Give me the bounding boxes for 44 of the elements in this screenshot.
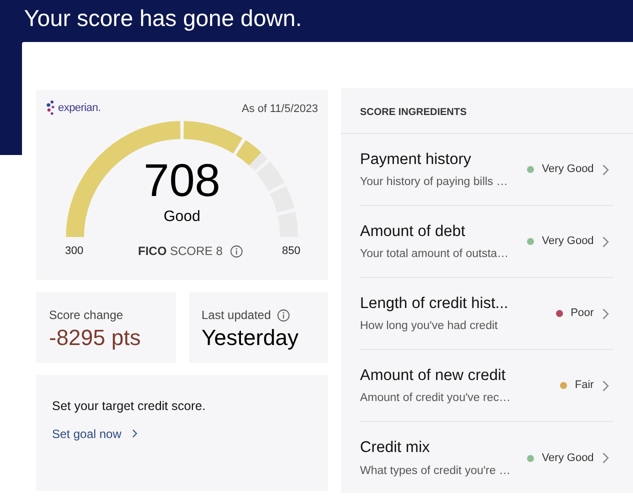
page-title: Your score has gone down. <box>24 4 303 32</box>
chevron-right-icon <box>132 429 138 438</box>
chevron-right-icon <box>602 452 609 464</box>
ingredient-title: Credit mix <box>360 438 431 458</box>
chevron-right-icon <box>602 236 609 248</box>
info-icon[interactable] <box>230 244 243 258</box>
stat-value: -8295 pts <box>49 324 142 352</box>
stat-value: Yesterday <box>202 324 300 352</box>
experian-logo-icon <box>46 100 56 116</box>
ingredient-subtitle: Your history of paying bills … <box>360 175 509 190</box>
ingredient-rating: Poor <box>570 306 594 322</box>
score-rating: Good <box>162 207 202 227</box>
ingredient-rating: Very Good <box>542 162 594 178</box>
ingredient-rating: Very Good <box>542 234 594 250</box>
ingredient-row[interactable]: Amount of new credit Amount of credit you've rec… Fair <box>360 350 614 422</box>
ingredient-subtitle: Your total amount of outsta… <box>360 247 510 262</box>
ingredient-subtitle: What types of credit you're … <box>360 464 512 478</box>
info-icon[interactable] <box>276 308 290 322</box>
chevron-right-icon <box>602 308 609 320</box>
ingredient-row[interactable]: Length of credit hist... How long you've had credit Poor <box>360 278 614 350</box>
ingredient-rating: Very Good <box>542 450 594 466</box>
min-score: 300 <box>65 244 84 259</box>
chevron-right-icon <box>602 380 609 392</box>
chevron-right-icon <box>602 164 609 176</box>
as-of-date: As of 11/5/2023 <box>242 102 318 117</box>
score-value: 708 <box>142 154 222 206</box>
ingredient-title: Amount of debt <box>360 222 466 242</box>
ingredient-subtitle: Amount of credit you've rec… <box>360 391 512 406</box>
ingredient-title: Amount of new credit <box>360 366 507 386</box>
ingredient-subtitle: How long you've had credit <box>360 319 499 334</box>
stat-label: Last updated <box>202 307 271 324</box>
set-goal-link[interactable]: Set goal now <box>52 424 138 443</box>
goal-text: Set your target credit score. <box>52 398 207 415</box>
ingredient-row[interactable]: Credit mix What types of credit you're … Very Good <box>360 422 614 494</box>
ingredient-row[interactable]: Payment history Your history of paying bills … Very Good <box>360 134 614 206</box>
ingredient-title: Length of credit hist... <box>360 294 510 314</box>
ingredient-title: Payment history <box>360 150 472 170</box>
max-score: 850 <box>282 244 300 259</box>
ingredients-heading: SCORE INGREDIENTS <box>341 88 633 134</box>
stat-label: Score change <box>49 307 124 324</box>
ingredient-row[interactable]: Amount of debt Your total amount of outsta… Very Good <box>360 206 614 278</box>
fico-score-label: FICO SCORE 8 <box>138 243 223 260</box>
ingredient-rating: Fair <box>574 378 594 394</box>
experian-logo: experian. <box>58 101 101 116</box>
